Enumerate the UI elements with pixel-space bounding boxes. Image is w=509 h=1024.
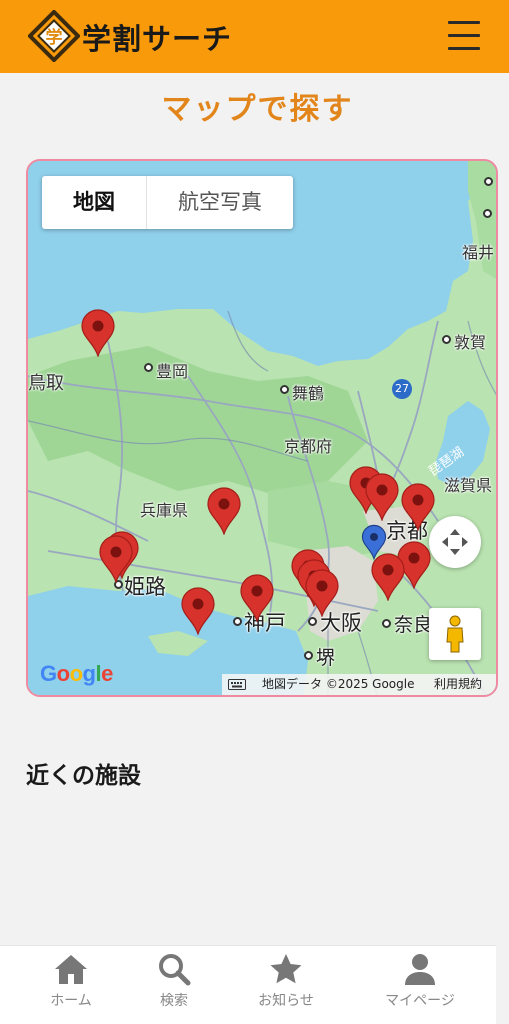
map-city-dot	[304, 651, 313, 660]
nav-search-label: 検索	[160, 993, 188, 1009]
facility-marker[interactable]	[180, 587, 216, 635]
app-title[interactable]: 学割サーチ	[82, 16, 232, 58]
map-label-fukui: 福井	[462, 243, 495, 262]
app-logo-icon[interactable]: 学	[28, 10, 80, 62]
facility-marker[interactable]	[304, 569, 340, 617]
google-logo: Google	[40, 661, 113, 686]
svg-text:学: 学	[46, 27, 63, 48]
map-label-maizuru: 舞鶴	[292, 384, 325, 403]
map-type-control: 地図 航空写真	[42, 176, 293, 229]
map-view[interactable]: 鳥取 豊岡 舞鶴 27 京都府 兵庫県 敦賀 福井 琵琶湖 滋賀県 京都 姫路 …	[26, 159, 498, 697]
nav-notifications[interactable]: お知らせ	[224, 946, 348, 1024]
person-icon	[405, 954, 435, 985]
camera-control-button[interactable]	[429, 516, 481, 568]
facility-marker[interactable]	[98, 535, 134, 583]
nearby-section-title: 近くの施設	[26, 763, 141, 789]
home-icon	[55, 955, 87, 984]
map-city-dot	[144, 363, 153, 372]
move-arrows-icon	[442, 529, 468, 555]
map-label-sakai: 堺	[316, 647, 336, 669]
map-label-tsuruga: 敦賀	[454, 333, 487, 352]
nav-notifications-label: お知らせ	[258, 993, 314, 1009]
nav-mypage-label: マイページ	[385, 993, 455, 1009]
route-shield-icon: 27	[392, 379, 412, 399]
terms-link[interactable]: 利用規約	[434, 674, 482, 695]
map-label-hyogo-pref: 兵庫県	[140, 501, 189, 520]
map-label-shiga-pref: 滋賀県	[444, 476, 493, 495]
map-data-attribution[interactable]: 地図データ ©2025 Google	[262, 674, 415, 695]
bottom-nav: ホーム 検索 お知らせ マイページ	[0, 945, 496, 1024]
app-header: 学 学割サーチ	[0, 0, 509, 73]
page-title: マップで探す	[161, 92, 354, 127]
facility-marker[interactable]	[80, 309, 116, 357]
map-city-dot	[308, 617, 317, 626]
map-label-nara: 奈良	[394, 614, 433, 636]
hamburger-menu-icon[interactable]	[446, 18, 482, 52]
map-city-dot	[483, 209, 492, 218]
star-icon	[270, 954, 302, 984]
map-attribution: 地図データ ©2025 Google 利用規約	[222, 674, 496, 695]
map-type-map-button[interactable]: 地図	[42, 176, 147, 229]
nav-mypage[interactable]: マイページ	[358, 946, 482, 1024]
pegman-icon	[446, 615, 464, 653]
facility-marker[interactable]	[239, 574, 275, 622]
facility-marker[interactable]	[206, 487, 242, 535]
current-location-marker[interactable]	[361, 523, 387, 561]
map-city-dot	[484, 177, 493, 186]
map-city-dot	[382, 619, 391, 628]
map-label-tottori: 鳥取	[28, 373, 64, 394]
search-icon	[159, 954, 191, 986]
keyboard-icon[interactable]	[228, 679, 246, 690]
map-label-toyooka: 豊岡	[156, 362, 189, 381]
facility-marker[interactable]	[364, 473, 400, 521]
map-city-dot	[442, 335, 451, 344]
street-view-pegman-button[interactable]	[429, 608, 481, 660]
map-city-dot	[280, 385, 289, 394]
map-label-kyoto-pref: 京都府	[284, 437, 333, 456]
map-type-satellite-button[interactable]: 航空写真	[147, 176, 293, 229]
nav-search[interactable]: 検索	[112, 946, 236, 1024]
